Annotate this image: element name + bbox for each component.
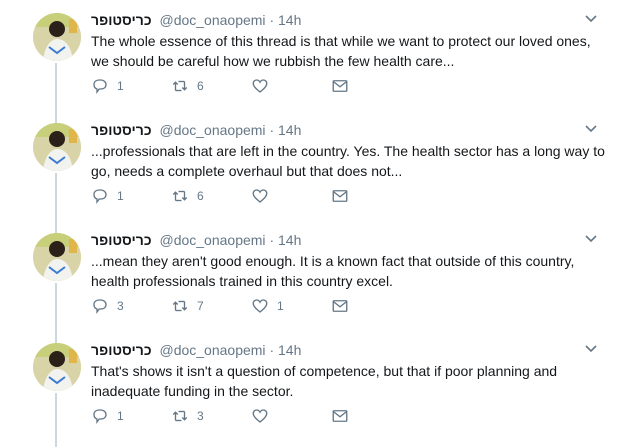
chevron-down-icon[interactable] [584,14,598,24]
retweet-count: 6 [197,79,204,93]
avatar[interactable] [33,233,81,281]
avatar-image [33,343,81,391]
tweet-text: The whole essence of this thread is that… [91,33,591,69]
envelope-icon [332,80,348,92]
direct-message-button[interactable] [331,295,349,317]
envelope-icon [332,300,348,312]
tweet-text: ...mean they aren't good enough. It is a… [91,253,575,289]
avatar[interactable] [33,123,81,171]
retweet-icon [172,190,188,202]
separator-dot: · [269,342,275,358]
retweet-button[interactable]: 6 [171,75,204,97]
author-name[interactable]: כריסטופר [91,122,152,138]
author-name[interactable]: כריסטופר [91,232,152,248]
author-handle[interactable]: @doc_onaopemi [159,12,265,28]
tweet[interactable]: כריסטופר @doc_onaopemi · 14h ...mean the… [0,220,631,330]
thread-connector-line [55,63,57,123]
reply-count: 1 [117,409,124,423]
reply-button[interactable]: 1 [91,75,124,97]
separator-dot: · [269,12,275,28]
heart-icon [252,409,268,423]
heart-icon [252,189,268,203]
like-button[interactable] [251,75,277,97]
reply-button[interactable]: 3 [91,295,124,317]
envelope-icon [332,410,348,422]
retweet-count: 6 [197,189,204,203]
thread-connector-line [55,393,57,447]
avatar[interactable] [33,13,81,61]
reply-count: 1 [117,79,124,93]
retweet-count: 3 [197,409,204,423]
heart-icon [252,299,268,313]
tweet-header: כריסטופר @doc_onaopemi · 14h [91,121,301,139]
heart-icon [252,79,268,93]
reply-icon [93,409,107,425]
tweet[interactable]: כריסטופר @doc_onaopemi · 14h That's show… [0,330,631,440]
author-handle[interactable]: @doc_onaopemi [159,342,265,358]
retweet-button[interactable]: 3 [171,405,204,427]
chevron-down-icon[interactable] [584,124,598,134]
author-handle[interactable]: @doc_onaopemi [159,122,265,138]
direct-message-button[interactable] [331,75,349,97]
like-button[interactable] [251,405,277,427]
author-name[interactable]: כריסטופר [91,342,152,358]
tweet-actions: 1 3 [91,405,361,427]
tweet[interactable]: כריסטופר @doc_onaopemi · 14h The whole e… [0,0,631,110]
tweet-header: כריסטופר @doc_onaopemi · 14h [91,341,301,359]
reply-button[interactable]: 1 [91,405,124,427]
direct-message-button[interactable] [331,185,349,207]
retweet-button[interactable]: 7 [171,295,204,317]
timestamp[interactable]: 14h [278,122,301,138]
reply-count: 3 [117,299,124,313]
thread-connector-line [55,173,57,233]
tweet-header: כריסטופר @doc_onaopemi · 14h [91,11,301,29]
tweet-text: ...professionals that are left in the co… [91,143,605,179]
separator-dot: · [269,232,275,248]
timestamp[interactable]: 14h [278,342,301,358]
envelope-icon [332,190,348,202]
avatar-image [33,233,81,281]
retweet-icon [172,80,188,92]
like-button[interactable] [251,185,277,207]
retweet-icon [172,300,188,312]
retweet-icon [172,410,188,422]
reply-button[interactable]: 1 [91,185,124,207]
avatar-image [33,123,81,171]
tweet-text: That's shows it isn't a question of comp… [91,363,558,399]
chevron-down-icon[interactable] [584,344,598,354]
thread-connector-line [55,283,57,343]
reply-count: 1 [117,189,124,203]
avatar[interactable] [33,343,81,391]
tweet-header: כריסטופר @doc_onaopemi · 14h [91,231,301,249]
reply-icon [93,189,107,205]
avatar-image [33,13,81,61]
retweet-count: 7 [197,299,204,313]
tweet-actions: 1 6 [91,185,361,207]
tweet-actions: 3 7 1 [91,295,361,317]
timestamp[interactable]: 14h [278,232,301,248]
reply-icon [93,299,107,315]
tweet-actions: 1 6 [91,75,361,97]
author-handle[interactable]: @doc_onaopemi [159,232,265,248]
like-button[interactable]: 1 [251,295,284,317]
chevron-down-icon[interactable] [584,234,598,244]
tweet[interactable]: כריסטופר @doc_onaopemi · 14h ...professi… [0,110,631,220]
separator-dot: · [269,122,275,138]
timestamp[interactable]: 14h [278,12,301,28]
like-count: 1 [277,299,284,313]
retweet-button[interactable]: 6 [171,185,204,207]
direct-message-button[interactable] [331,405,349,427]
author-name[interactable]: כריסטופר [91,12,152,28]
reply-icon [93,79,107,95]
